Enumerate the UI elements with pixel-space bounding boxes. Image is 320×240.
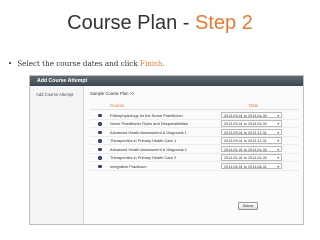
column-header-course: Course <box>110 103 125 108</box>
course-name: Therapeutics in Primary Health Care 2 <box>110 155 177 161</box>
course-radio[interactable] <box>98 147 102 151</box>
course-row: Nurse Practitioner Roles and Responsibil… <box>90 120 299 128</box>
bullet-marker: • <box>8 59 13 68</box>
course-radio[interactable] <box>98 130 102 134</box>
left-nav-pane: Add Course Attempt <box>30 86 84 224</box>
date-range-value: 2014-05-01 to 2014-08-31 <box>224 164 267 169</box>
date-range-select[interactable]: 2014-05-01 to 2014-08-31 ▼ <box>221 162 282 170</box>
course-row: Advanced Health Assessment & Diagnosis 2… <box>90 145 299 154</box>
plan-title: Sample Course Plan >> <box>90 91 135 96</box>
app-screenshot: Add Course Attempt Add Course Attempt Sa… <box>29 75 304 225</box>
date-range-select[interactable]: 2014-01-01 to 2014-04-30 ▼ <box>221 145 282 153</box>
dropdown-arrow-icon: ▼ <box>276 164 280 169</box>
course-radio[interactable] <box>98 113 102 117</box>
app-header: Add Course Attempt <box>30 76 303 86</box>
course-name: Therapeutics in Primary Health Care 1 <box>110 138 177 144</box>
date-range-value: 2014-01-01 to 2014-04-30 <box>224 147 267 152</box>
course-row: Therapeutics in Primary Health Care 1 20… <box>90 137 299 145</box>
date-range-select[interactable]: 2013-09-01 to 2014-04-30 ▼ <box>221 111 282 119</box>
date-range-value: 2013-09-01 to 2014-04-30 <box>224 113 267 118</box>
select-button[interactable]: Select <box>238 202 258 210</box>
course-name: Pathophysiology for the Nurse Practition… <box>110 112 183 118</box>
dropdown-arrow-icon: ▼ <box>276 130 280 135</box>
nav-item-add-course-attempt[interactable]: Add Course Attempt <box>30 86 83 97</box>
header-divider <box>90 109 299 110</box>
course-radio[interactable] <box>98 164 102 168</box>
course-row: Therapeutics in Primary Health Care 2 20… <box>90 154 299 162</box>
course-radio[interactable] <box>98 122 102 126</box>
dropdown-arrow-icon: ▼ <box>276 156 280 161</box>
instruction-action: Finish. <box>139 59 165 68</box>
course-plan-panel: Sample Course Plan >> Course Date Pathop… <box>90 91 299 219</box>
course-row: Advanced Health Assessment & Diagnosis 1… <box>90 128 299 137</box>
course-list: Pathophysiology for the Nurse Practition… <box>90 111 299 171</box>
dropdown-arrow-icon: ▼ <box>276 113 280 118</box>
dropdown-arrow-icon: ▼ <box>276 147 280 152</box>
column-header-date: Date <box>249 103 259 108</box>
date-range-value: 2013-09-01 to 2014-04-30 <box>224 122 267 127</box>
slide-title: Course Plan - Step 2 <box>0 12 320 35</box>
slide-title-step: Step 2 <box>195 12 253 34</box>
date-range-select[interactable]: 2013-09-01 to 2013-12-31 ▼ <box>221 137 282 144</box>
course-name: Integrative Practicum <box>110 163 147 169</box>
slide-title-text: Course Plan - <box>67 12 195 34</box>
date-range-select[interactable]: 2013-09-01 to 2013-12-31 ▼ <box>221 128 282 136</box>
course-row: Integrative Practicum 2014-05-01 to 2014… <box>90 162 299 171</box>
course-name: Advanced Health Assessment & Diagnosis 2 <box>110 146 187 152</box>
date-range-value: 2014-01-01 to 2014-04-30 <box>224 156 267 161</box>
course-row: Pathophysiology for the Nurse Practition… <box>90 111 299 120</box>
course-name: Nurse Practitioner Roles and Responsibil… <box>110 121 188 127</box>
dropdown-arrow-icon: ▼ <box>276 139 280 144</box>
instruction-bullet: • Select the course dates and click Finis… <box>8 59 165 68</box>
date-range-select[interactable]: 2014-01-01 to 2014-04-30 ▼ <box>221 154 282 161</box>
course-name: Advanced Health Assessment & Diagnosis 1 <box>110 129 187 135</box>
instruction-text: Select the course dates and click <box>17 59 140 68</box>
dropdown-arrow-icon: ▼ <box>276 122 280 127</box>
date-range-select[interactable]: 2013-09-01 to 2014-04-30 ▼ <box>221 120 282 127</box>
course-radio[interactable] <box>98 139 102 143</box>
date-range-value: 2013-09-01 to 2013-12-31 <box>224 130 267 135</box>
date-range-value: 2013-09-01 to 2013-12-31 <box>224 139 267 144</box>
course-radio[interactable] <box>98 156 102 160</box>
